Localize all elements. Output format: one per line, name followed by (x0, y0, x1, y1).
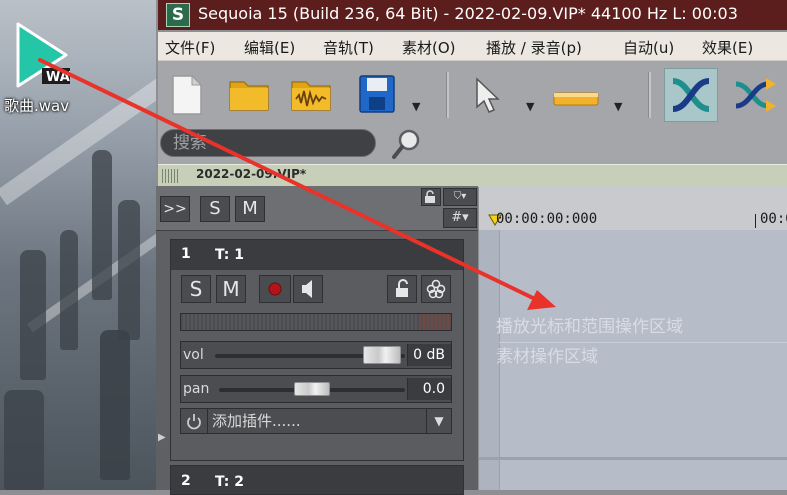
track-1-volume-slider[interactable]: vol 0 dB (180, 341, 452, 369)
track-1-level-meter (180, 313, 452, 331)
menu-object[interactable]: 素材(O) (402, 37, 456, 58)
playback-range-hint: 播放光标和范围操作区域 (496, 317, 683, 337)
record-icon (268, 282, 282, 296)
track-1-solo-button[interactable]: S (181, 275, 211, 303)
menu-effects[interactable]: 效果(E) (702, 37, 753, 58)
track-2-number: 2 (181, 473, 191, 489)
open-folder-icon[interactable] (228, 76, 270, 116)
ruler-tick (755, 214, 756, 228)
lock-icon[interactable] (421, 188, 441, 206)
speaker-icon (302, 280, 312, 298)
pan-label: pan (183, 381, 210, 397)
toolbar-separator (446, 72, 449, 118)
global-mute-button[interactable]: M (235, 196, 265, 222)
wav-file-icon[interactable]: WAV (10, 22, 79, 88)
menu-track[interactable]: 音轨(T) (323, 37, 374, 58)
project-tab-title: 2022-02-09.VIP* (196, 167, 307, 181)
track-1-fx-button[interactable] (421, 275, 451, 303)
pan-value[interactable]: 0.0 (407, 378, 451, 400)
menu-automation[interactable]: 自动(u) (623, 37, 674, 58)
menu-playback-record[interactable]: 播放 / 录音(p) (486, 37, 582, 58)
wav-file-label[interactable]: 歌曲.wav (4, 95, 94, 116)
track-1-monitor-button[interactable] (293, 275, 323, 303)
new-document-icon[interactable] (170, 74, 204, 120)
track-1-record-button[interactable] (259, 275, 291, 303)
save-dropdown-icon[interactable]: ▼ (412, 100, 420, 113)
global-solo-button[interactable]: S (200, 196, 230, 222)
search-input[interactable]: 搜索 (160, 129, 376, 157)
save-icon[interactable] (358, 74, 398, 118)
track-divider (479, 457, 787, 460)
crossfade-alt-icon[interactable] (732, 74, 780, 120)
wav-badge: WAV (46, 70, 70, 85)
volume-knob[interactable] (363, 346, 402, 364)
crossfade-icon[interactable] (664, 68, 718, 122)
track-2-name[interactable]: T: 2 (215, 474, 244, 490)
shield-dropdown-icon[interactable]: ⛉▾ (443, 188, 477, 206)
timecode-next: 00:0 (760, 211, 787, 227)
track-1-lock-button[interactable] (387, 275, 417, 303)
pointer-dropdown-icon[interactable]: ▼ (526, 100, 534, 113)
range-dropdown-icon[interactable]: ▼ (614, 100, 622, 113)
volume-label: vol (183, 347, 204, 363)
grid-dropdown-icon[interactable]: #▾ (443, 208, 477, 228)
app-logo-icon: S (166, 3, 190, 27)
track-1-name[interactable]: T: 1 (215, 247, 244, 263)
track-1-mute-button[interactable]: M (216, 275, 246, 303)
toolbar-separator (648, 72, 651, 118)
range-tool-icon[interactable] (552, 90, 600, 112)
search-icon[interactable] (390, 128, 422, 162)
unlock-icon (396, 279, 408, 297)
plugin-dropdown-icon[interactable]: ▼ (426, 409, 451, 433)
pointer-tool-icon[interactable] (474, 77, 502, 119)
track-expand-arrow-icon[interactable]: ▶ (158, 432, 166, 443)
volume-value[interactable]: 0 dB (407, 344, 451, 366)
menu-edit[interactable]: 编辑(E) (244, 37, 295, 58)
menu-file[interactable]: 文件(F) (165, 37, 215, 58)
plugin-power-icon[interactable] (181, 409, 208, 433)
window-title: Sequoia 15 (Build 236, 64 Bit) - 2022-02… (198, 4, 738, 23)
flower-icon (426, 279, 446, 299)
add-plugin-label[interactable]: 添加插件...... (212, 410, 301, 431)
track-1-number: 1 (181, 246, 191, 262)
pan-knob[interactable] (294, 382, 330, 396)
track-1-pan-slider[interactable]: pan 0.0 (180, 375, 452, 403)
expand-tracks-button[interactable]: >> (160, 196, 190, 222)
timecode-start: 00:00:00:000 (496, 211, 598, 227)
material-area-hint: 素材操作区域 (496, 347, 598, 367)
audio-folder-icon[interactable] (290, 76, 332, 116)
